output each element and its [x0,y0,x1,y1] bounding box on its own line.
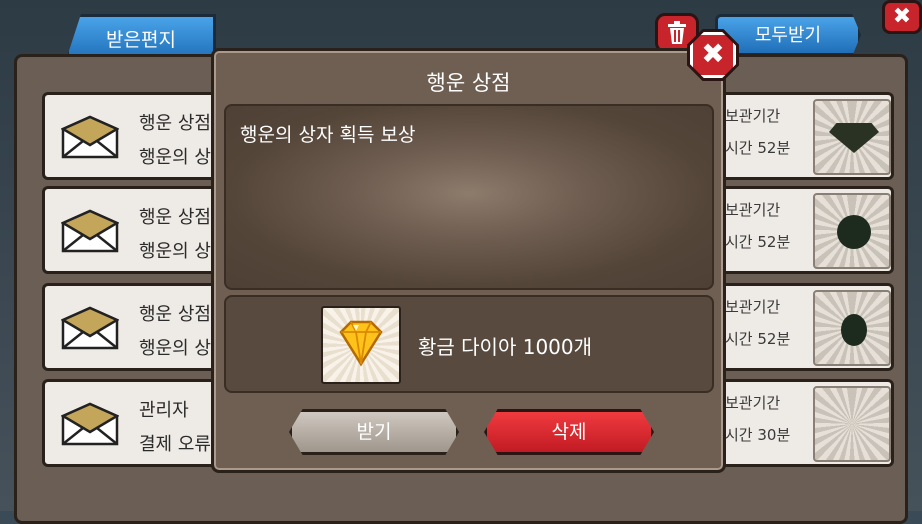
mail-subtitle: 행운의 상 [139,338,211,359]
main-close-button[interactable]: ✖ [882,0,922,34]
mail-title: 행운 상점 [139,304,211,325]
reward-box: 황금 다이아 1000개 [224,295,714,393]
mail-expire-label: 보관기간 [725,298,781,316]
message-text: 행운의 상자 획득 보상 [240,124,416,146]
mail-expire-value: 시간 52분 [725,233,791,251]
mail-title: 관리자 [139,400,189,421]
reward-icon-frame [321,306,401,384]
mail-expire-label: 보관기간 [725,107,781,125]
reward-item-slot [813,290,891,366]
message-box: 행운의 상자 획득 보상 [224,104,714,290]
mail-expire-value: 시간 52분 [725,330,791,348]
envelope-icon [61,306,119,350]
mail-subtitle: 행운의 상 [139,241,211,262]
accept-button[interactable]: 받기 [289,409,459,455]
mail-subtitle: 결제 오류 [139,434,211,455]
dark-gem-icon [837,215,871,249]
dialog-title: 행운 상점 [426,71,511,95]
dark-ore-icon [841,314,867,346]
mail-expire-value: 시간 52분 [725,139,791,157]
close-icon: ✖ [892,4,912,29]
dark-diamond-icon [829,123,879,153]
envelope-icon [61,115,119,159]
mail-expire-label: 보관기간 [725,394,781,412]
reward-item-slot [813,386,891,462]
envelope-icon [61,209,119,253]
mail-title: 행운 상점 [139,207,211,228]
mail-subtitle: 행운의 상 [139,147,211,168]
reward-item-slot [813,99,891,175]
mail-detail-dialog: 행운 상점 행운의 상자 획득 보상 황금 다이아 1000개 받기 삭제 [211,48,726,473]
mail-expire-label: 보관기간 [725,201,781,219]
reward-label: 황금 다이아 1000개 [418,335,593,359]
mail-title: 행운 상점 [139,113,211,134]
reward-item-slot [813,193,891,269]
delete-button[interactable]: 삭제 [484,409,654,455]
envelope-icon [61,402,119,446]
dialog-close-button[interactable]: ✖ [690,32,736,78]
close-icon: ✖ [701,37,725,70]
gold-diamond-icon [339,320,383,367]
mail-expire-value: 시간 30분 [725,426,791,444]
trash-icon [668,21,686,44]
